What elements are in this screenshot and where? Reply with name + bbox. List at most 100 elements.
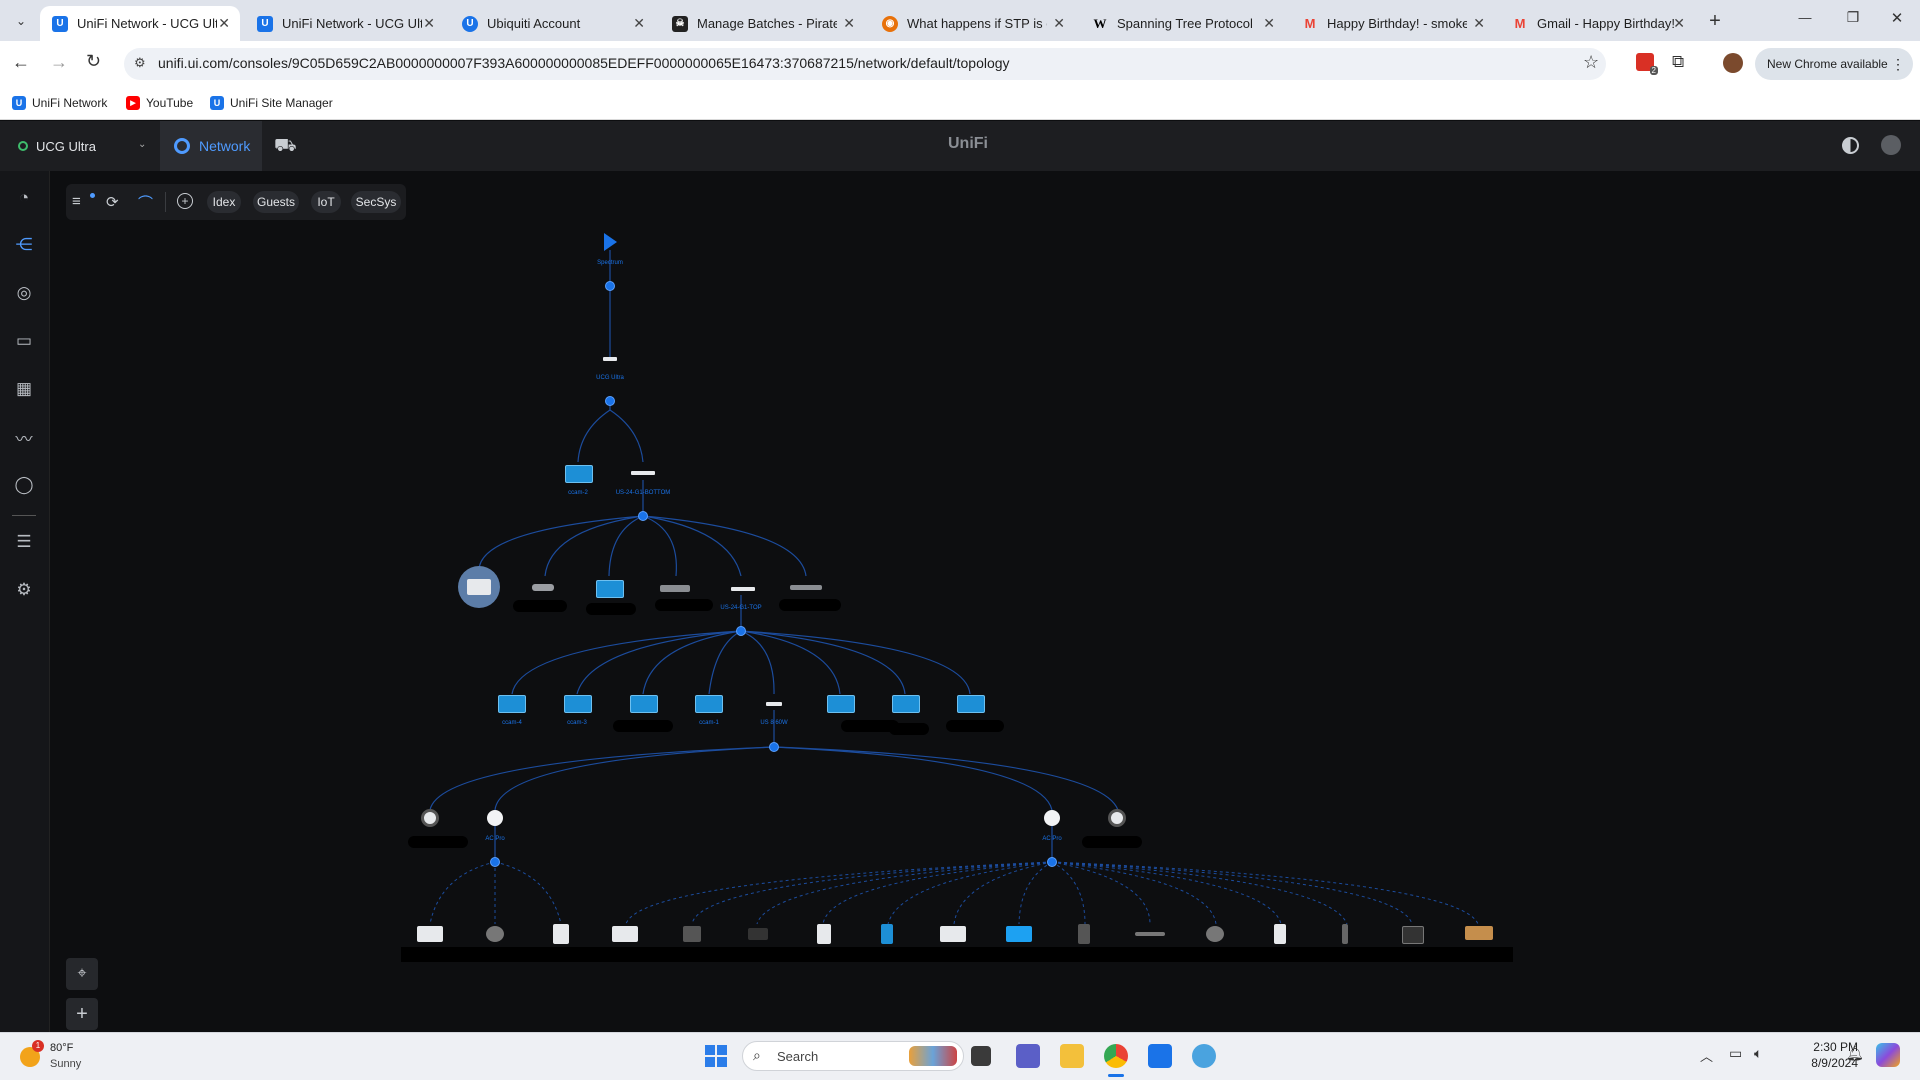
close-tab-icon[interactable]: ✕ (843, 15, 855, 32)
wireless-toggle-icon[interactable]: ⌒ (138, 192, 153, 213)
close-tab-icon[interactable]: ✕ (1053, 15, 1065, 32)
history-icon[interactable]: ⟳ (106, 193, 119, 211)
wireless-client-icon[interactable] (940, 926, 966, 942)
wireless-client-icon[interactable] (1135, 932, 1165, 936)
client-tile-icon[interactable] (630, 695, 658, 713)
tab-happy-birthday[interactable]: M Happy Birthday! - smokey ✕ (1290, 6, 1495, 41)
client-tile-icon[interactable] (892, 695, 920, 713)
settings-gear-icon[interactable]: ⚙ (13, 579, 35, 601)
filter-pill-secsys[interactable]: SecSys (351, 191, 401, 213)
client-cam4-icon[interactable] (498, 695, 526, 713)
tab-stp-question[interactable]: ◉ What happens if STP is enabled ✕ (870, 6, 1075, 41)
wireless-client-icon[interactable] (817, 924, 831, 944)
weather-widget[interactable]: 1 80°F Sunny (18, 1039, 138, 1075)
topology-icon[interactable]: ⋲ (13, 234, 35, 256)
wireless-client-icon[interactable] (1402, 926, 1424, 944)
copilot-icon[interactable] (1876, 1043, 1900, 1067)
wireless-client-icon[interactable] (683, 926, 701, 942)
access-point-icon[interactable] (487, 810, 503, 826)
close-tab-icon[interactable]: ✕ (218, 15, 230, 32)
close-tab-icon[interactable]: ✕ (423, 15, 435, 32)
tab-wikipedia[interactable]: W Spanning Tree Protocol - Wikipedia ✕ (1080, 6, 1285, 41)
network-status-icon[interactable]: ▭ (1729, 1045, 1742, 1062)
bookmark-star-icon[interactable]: ☆ (1583, 52, 1599, 73)
tab-unifi-network-active[interactable]: U UniFi Network - UCG Ultra ✕ (40, 6, 240, 41)
extensions-puzzle-icon[interactable]: ⧉ (1672, 52, 1684, 72)
tab-search-button[interactable]: ⌄ (10, 10, 32, 32)
tab-unifi-network-2[interactable]: U UniFi Network - UCG Ultra ✕ (245, 6, 445, 41)
client-cam2-icon[interactable] (565, 465, 593, 483)
camera-device-icon[interactable] (421, 809, 439, 827)
minimize-button[interactable]: — (1790, 10, 1820, 25)
camera-device-icon[interactable] (1108, 809, 1126, 827)
wireless-client-icon[interactable] (881, 924, 893, 944)
us8-switch-device[interactable] (766, 702, 782, 706)
theme-toggle-icon[interactable] (1842, 137, 1859, 154)
taskbar-search[interactable]: ⌕ Search (742, 1041, 964, 1071)
show-hidden-icons[interactable]: ︿ (1700, 1046, 1713, 1065)
client-tile-icon[interactable] (596, 580, 624, 598)
dashboard-icon[interactable]: ◔ (13, 187, 35, 209)
console-selector[interactable]: UCG Ultra ⌄ (0, 121, 160, 171)
close-tab-icon[interactable]: ✕ (1673, 15, 1685, 32)
wireless-client-icon[interactable] (417, 926, 443, 942)
client-tile-icon[interactable] (957, 695, 985, 713)
gateway-device[interactable] (603, 357, 617, 361)
forward-icon[interactable]: → (50, 52, 68, 73)
notification-bell-icon[interactable]: 🔔︎ (1846, 1045, 1864, 1062)
network-device-icon[interactable] (660, 585, 690, 592)
url-text[interactable]: unifi.ui.com/consoles/9C05D659C2AB000000… (158, 55, 1010, 71)
file-explorer-icon[interactable] (1060, 1044, 1084, 1068)
network-device-icon[interactable] (790, 585, 822, 590)
teams-chat-icon[interactable] (1016, 1044, 1040, 1068)
wireless-client-icon[interactable] (1006, 926, 1032, 942)
bookmark-unifi-network[interactable]: U UniFi Network (12, 92, 107, 114)
reload-icon[interactable]: ↻ (86, 51, 101, 72)
network-device-icon[interactable] (532, 584, 554, 591)
wireless-client-icon[interactable] (1274, 924, 1286, 944)
maximize-button[interactable]: ❐ (1838, 9, 1868, 26)
wireless-client-icon[interactable] (1465, 926, 1493, 940)
new-chrome-available-button[interactable]: New Chrome available ⋮ (1755, 48, 1913, 80)
unifi-app-icon[interactable] (1148, 1044, 1172, 1068)
filter-pill-iot[interactable]: IoT (311, 191, 341, 213)
client-devices-icon[interactable]: ▭ (13, 330, 35, 352)
protect-app-icon[interactable]: ⛟ (274, 135, 297, 159)
site-info-icon[interactable]: ⚙ (134, 55, 146, 71)
start-windows-icon[interactable] (705, 1045, 727, 1067)
wireless-client-icon[interactable] (612, 926, 638, 942)
recenter-button[interactable]: ⌖ (66, 958, 98, 990)
extension-icon[interactable]: 2 (1636, 53, 1658, 75)
client-cam3-icon[interactable] (564, 695, 592, 713)
filter-pill-idex[interactable]: Idex (207, 191, 241, 213)
access-point-icon[interactable] (1044, 810, 1060, 826)
globe-app-icon[interactable] (1192, 1044, 1216, 1068)
bookmark-unifi-site-manager[interactable]: U UniFi Site Manager (210, 92, 333, 114)
client-cam1-icon[interactable] (695, 695, 723, 713)
wireless-client-icon[interactable] (486, 926, 504, 942)
add-filter-icon[interactable]: + (177, 193, 193, 209)
switch-top-device[interactable] (731, 587, 755, 591)
tab-ubiquiti-account[interactable]: U Ubiquiti Account ✕ (450, 6, 655, 41)
wireless-client-icon[interactable] (1206, 926, 1224, 942)
zoom-in-button[interactable]: + (66, 998, 98, 1030)
wireless-client-icon[interactable] (1078, 924, 1090, 944)
logs-icon[interactable]: ☰ (13, 531, 35, 553)
user-avatar-icon[interactable] (1881, 135, 1901, 155)
filter-pill-guests[interactable]: Guests (253, 191, 299, 213)
tab-gmail[interactable]: M Gmail - Happy Birthday! ✕ (1500, 6, 1695, 41)
new-tab-button[interactable]: + (1702, 8, 1728, 34)
insights-icon[interactable]: 〰 (13, 426, 35, 449)
wireless-client-icon[interactable] (1342, 924, 1348, 944)
filter-settings-icon[interactable]: ≡ (72, 193, 81, 210)
internet-play-icon[interactable] (604, 233, 617, 251)
client-tile-icon[interactable] (827, 695, 855, 713)
tab-pirate-ship[interactable]: ☠ Manage Batches - Pirate Ship ✕ (660, 6, 865, 41)
volume-icon[interactable]: 🔈︎ (1754, 1045, 1762, 1062)
back-icon[interactable]: ← (12, 52, 30, 73)
wireless-client-icon[interactable] (553, 924, 569, 944)
close-window-button[interactable]: ✕ (1882, 9, 1912, 27)
wireless-client-icon[interactable] (748, 928, 768, 940)
bookmark-youtube[interactable]: ▶ YouTube (126, 92, 193, 114)
close-tab-icon[interactable]: ✕ (1263, 15, 1275, 32)
